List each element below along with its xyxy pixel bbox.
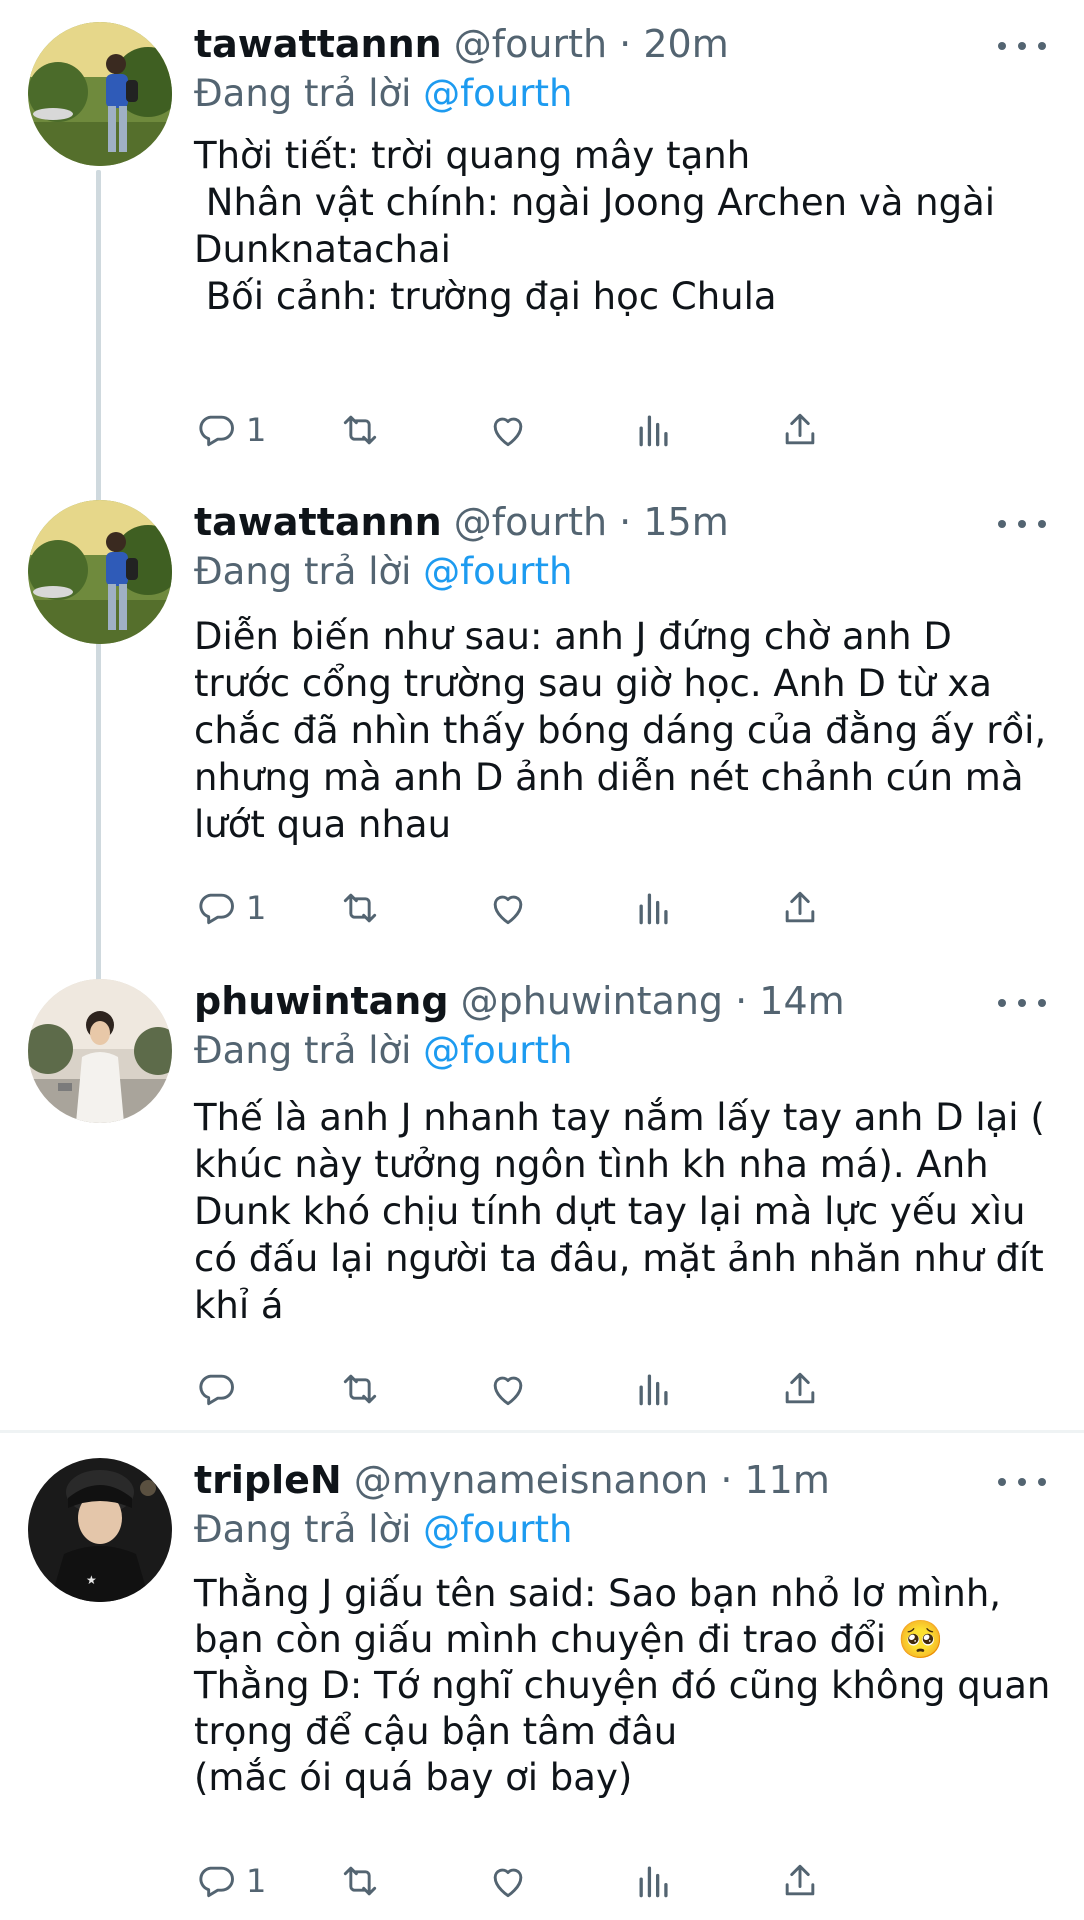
- views-button[interactable]: [632, 1364, 676, 1414]
- tweet-header: tripleN @mynameisnanon · 11m: [194, 1456, 830, 1504]
- tweet-header: tawattannn @fourth · 15m: [194, 498, 729, 546]
- share-button[interactable]: [778, 1364, 822, 1414]
- views-icon: [639, 1374, 668, 1406]
- avatar[interactable]: [28, 22, 172, 166]
- tweet[interactable]: phuwintang @phuwintang · 14m Đang trả lờ…: [0, 957, 1084, 1427]
- share-icon: [785, 1372, 815, 1404]
- avatar[interactable]: [28, 979, 172, 1123]
- like-button[interactable]: [486, 405, 530, 455]
- handle-and-time: @fourth · 20m: [453, 22, 729, 66]
- reply-button[interactable]: 1: [194, 883, 266, 933]
- handle-and-time: @fourth · 15m: [453, 500, 729, 544]
- views-icon: [639, 1866, 668, 1898]
- tweet[interactable]: ★ tripleN @mynameisnanon · 11m Đang trả …: [0, 1436, 1084, 1920]
- replying-to: Đang trả lời @fourth: [194, 1508, 573, 1551]
- views-button[interactable]: [632, 405, 676, 455]
- heart-icon: [493, 1376, 523, 1406]
- heart-icon: [493, 417, 523, 447]
- display-name[interactable]: tripleN: [194, 1458, 342, 1502]
- share-button[interactable]: [778, 883, 822, 933]
- action-bar: 1: [194, 1856, 954, 1906]
- display-name[interactable]: phuwintang: [194, 979, 449, 1023]
- tweet[interactable]: tawattannn @fourth · 20m Đang trả lời @f…: [0, 0, 1084, 476]
- heart-icon: [493, 1868, 523, 1898]
- mention-link[interactable]: @fourth: [423, 1029, 572, 1072]
- action-bar: [194, 1364, 954, 1414]
- tweet-header: phuwintang @phuwintang · 14m: [194, 977, 845, 1025]
- reply-icon: [199, 415, 234, 447]
- reply-count: 1: [246, 1862, 267, 1900]
- divider: [0, 1430, 1084, 1433]
- share-button[interactable]: [778, 405, 822, 455]
- like-button[interactable]: [486, 883, 530, 933]
- like-button[interactable]: [486, 1364, 530, 1414]
- retweet-button[interactable]: [338, 1364, 382, 1414]
- retweet-icon: [343, 893, 377, 923]
- views-icon: [639, 893, 668, 925]
- retweet-icon: [343, 1866, 377, 1896]
- share-icon: [785, 891, 815, 923]
- views-button[interactable]: [632, 1856, 676, 1906]
- views-icon: [639, 415, 668, 447]
- display-name[interactable]: tawattannn: [194, 22, 442, 66]
- more-icon[interactable]: [998, 24, 1046, 68]
- tweet-text: Thằng J giấu tên said: Sao bạn nhỏ lơ mì…: [194, 1572, 1051, 1799]
- replying-to: Đang trả lời @fourth: [194, 1029, 573, 1072]
- avatar[interactable]: ★: [28, 1458, 172, 1602]
- more-icon[interactable]: [998, 981, 1046, 1025]
- retweet-icon: [343, 1374, 377, 1404]
- retweet-button[interactable]: [338, 883, 382, 933]
- reply-button[interactable]: 1: [194, 405, 266, 455]
- reply-button[interactable]: 1: [194, 1856, 266, 1906]
- tweet[interactable]: tawattannn @fourth · 15m Đang trả lời @f…: [0, 478, 1084, 956]
- handle-and-time: @mynameisnanon · 11m: [353, 1458, 830, 1502]
- mention-link[interactable]: @fourth: [423, 1508, 572, 1551]
- tweet-text: Thế là anh J nhanh tay nắm lấy tay anh D…: [194, 1096, 1057, 1327]
- reply-button[interactable]: [194, 1364, 246, 1414]
- share-button[interactable]: [778, 1856, 822, 1906]
- action-bar: 1: [194, 883, 954, 933]
- retweet-icon: [343, 415, 377, 445]
- heart-icon: [493, 895, 523, 925]
- handle-and-time: @phuwintang · 14m: [460, 979, 845, 1023]
- action-bar: 1: [194, 405, 954, 455]
- more-icon[interactable]: [998, 1460, 1046, 1504]
- share-icon: [785, 1864, 815, 1896]
- tweet-text: Thời tiết: trời quang mây tạnh Nhân vật …: [194, 134, 996, 318]
- replying-to: Đang trả lời @fourth: [194, 72, 573, 115]
- mention-link[interactable]: @fourth: [423, 72, 572, 115]
- tweet-header: tawattannn @fourth · 20m: [194, 20, 729, 68]
- reply-icon: [199, 893, 234, 925]
- more-icon[interactable]: [998, 502, 1046, 546]
- display-name[interactable]: tawattannn: [194, 500, 442, 544]
- reply-icon: [199, 1374, 234, 1406]
- avatar[interactable]: [28, 500, 172, 644]
- share-icon: [785, 413, 815, 445]
- views-button[interactable]: [632, 883, 676, 933]
- retweet-button[interactable]: [338, 1856, 382, 1906]
- mention-link[interactable]: @fourth: [423, 550, 572, 593]
- tweet-text: Diễn biến như sau: anh J đứng chờ anh D …: [194, 615, 1058, 846]
- reply-count: 1: [246, 889, 267, 927]
- reply-count: 1: [246, 411, 267, 449]
- retweet-button[interactable]: [338, 405, 382, 455]
- replying-to: Đang trả lời @fourth: [194, 550, 573, 593]
- reply-icon: [199, 1866, 234, 1898]
- like-button[interactable]: [486, 1856, 530, 1906]
- svg-text:★: ★: [86, 1573, 97, 1587]
